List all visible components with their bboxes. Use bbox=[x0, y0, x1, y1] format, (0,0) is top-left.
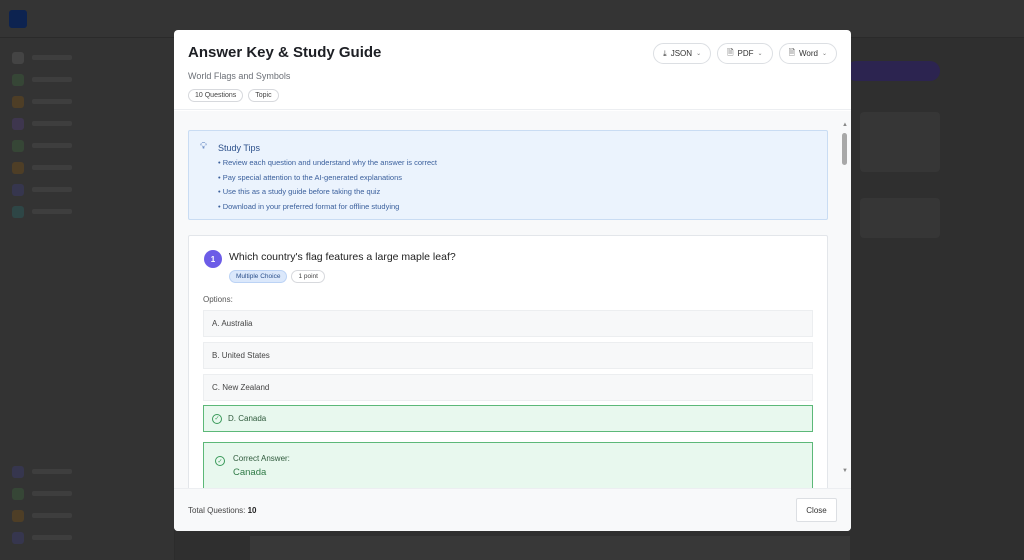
question-count-tag: 10 Questions bbox=[188, 89, 244, 102]
export-json-label: JSON bbox=[670, 49, 693, 58]
topic-tag: Topic bbox=[248, 89, 279, 102]
option-label: A. Australia bbox=[212, 319, 253, 328]
correct-answer-value: Canada bbox=[233, 467, 267, 478]
option-b: B. United States bbox=[203, 342, 813, 369]
pdf-file-icon: 🗎 bbox=[727, 47, 734, 57]
background-card bbox=[860, 198, 940, 238]
export-word-button[interactable]: 🗎 Word ⌄ bbox=[778, 43, 837, 64]
modal-header: Answer Key & Study Guide World Flags and… bbox=[174, 30, 851, 110]
chevron-down-icon: ⌄ bbox=[696, 51, 702, 57]
question-number-badge: 1 bbox=[204, 250, 222, 268]
chevron-down-icon: ⌄ bbox=[757, 51, 763, 57]
background-button bbox=[846, 61, 940, 81]
study-tip: • Review each question and understand wh… bbox=[218, 158, 437, 167]
correct-answer-label: Correct Answer: bbox=[233, 454, 290, 463]
chevron-down-icon: ⌄ bbox=[821, 51, 827, 57]
lightbulb-icon: 💡︎ bbox=[200, 141, 207, 152]
export-word-label: Word bbox=[799, 49, 818, 58]
total-questions-value: 10 bbox=[247, 506, 257, 515]
option-a: A. Australia bbox=[203, 310, 813, 337]
export-pdf-label: PDF bbox=[737, 49, 754, 58]
download-icon: ⤓ bbox=[663, 48, 667, 58]
check-circle-icon: ✓ bbox=[215, 456, 225, 466]
app-sidebar bbox=[0, 38, 175, 560]
answer-key-modal: Answer Key & Study Guide World Flags and… bbox=[174, 30, 851, 531]
scrollbar-thumb[interactable] bbox=[842, 133, 847, 165]
study-tip: • Use this as a study guide before takin… bbox=[218, 187, 381, 196]
modal-subtitle: World Flags and Symbols bbox=[188, 71, 291, 81]
export-json-button[interactable]: ⤓ JSON ⌄ bbox=[653, 43, 712, 64]
word-file-icon: 🗎 bbox=[788, 47, 795, 57]
export-pdf-button[interactable]: 🗎 PDF ⌄ bbox=[717, 43, 773, 64]
study-tips-heading: Study Tips bbox=[218, 143, 261, 153]
study-tips-box: 💡︎ Study Tips • Review each question and… bbox=[188, 130, 828, 220]
modal-body: 💡︎ Study Tips • Review each question and… bbox=[174, 111, 851, 488]
study-tip: • Download in your preferred format for … bbox=[218, 201, 400, 211]
modal-footer: Total Questions: 10 Close bbox=[174, 488, 851, 531]
question-text: Which country's flag features a large ma… bbox=[229, 251, 456, 263]
question-type-badge: Multiple Choice bbox=[229, 270, 288, 283]
scroll-up-arrow-icon[interactable]: ▲ bbox=[842, 122, 848, 128]
background-row bbox=[250, 536, 850, 560]
option-d-correct: ✓ D. Canada bbox=[203, 405, 813, 432]
correct-answer-box: ✓ Correct Answer: Canada bbox=[203, 442, 813, 488]
scroll-down-arrow-icon[interactable]: ▼ bbox=[842, 468, 848, 474]
option-c: C. New Zealand bbox=[203, 374, 813, 401]
modal-scrollbar[interactable]: ▲ ▼ bbox=[841, 111, 849, 488]
option-label: C. New Zealand bbox=[212, 383, 270, 392]
total-questions-label: Total Questions: bbox=[188, 506, 246, 515]
option-label: D. Canada bbox=[228, 414, 267, 423]
background-card bbox=[860, 112, 940, 172]
option-label: B. United States bbox=[212, 351, 270, 360]
close-button[interactable]: Close bbox=[796, 498, 837, 522]
app-logo bbox=[9, 10, 27, 28]
check-circle-icon: ✓ bbox=[212, 413, 222, 424]
question-points-badge: 1 point bbox=[291, 270, 325, 283]
options-label: Options: bbox=[203, 295, 233, 304]
question-card: 1 Which country's flag features a large … bbox=[188, 235, 828, 488]
study-tip: • Pay special attention to the AI-genera… bbox=[218, 172, 402, 182]
total-questions: Total Questions: 10 bbox=[188, 506, 257, 515]
